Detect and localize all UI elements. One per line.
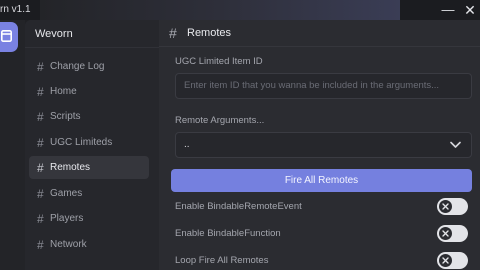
toggle-label: Enable BindableRemoteEvent [175, 201, 302, 212]
hash-icon: # [37, 59, 44, 74]
toggle-knob [439, 254, 452, 267]
window-title: rn v1.1 [0, 4, 31, 15]
hash-icon: # [37, 237, 44, 252]
sidebar-item-games[interactable]: # Games [29, 182, 149, 205]
hash-icon: # [37, 84, 44, 99]
title-bar: rn v1.1 — ✕ [0, 0, 480, 20]
toggle-row-bindable-function: Enable BindableFunction [175, 224, 472, 244]
sidebar-item-label: UGC Limiteds [50, 137, 113, 148]
sidebar-item-players[interactable]: # Players [29, 207, 149, 230]
chevron-down-icon [450, 141, 461, 148]
sidebar-divider [25, 47, 159, 48]
x-icon [442, 257, 449, 264]
toggle-label: Enable BindableFunction [175, 228, 281, 239]
sidebar-item-label: Players [50, 213, 84, 224]
left-rail [0, 20, 25, 270]
brand-name: Wevorn [35, 28, 73, 40]
sidebar: Wevorn # Change Log # Home # Scripts # U… [25, 20, 159, 270]
ugc-item-id-input[interactable]: Enter item ID that you wanna be included… [175, 73, 472, 99]
hash-icon: # [37, 211, 44, 226]
hash-icon: # [37, 135, 44, 150]
hash-icon: # [37, 109, 44, 124]
sidebar-item-scripts[interactable]: # Scripts [29, 105, 149, 128]
main-panel: Wevorn # Change Log # Home # Scripts # U… [25, 20, 480, 270]
sidebar-item-label: Network [50, 239, 87, 250]
hash-icon: # [37, 160, 44, 175]
sidebar-item-home[interactable]: # Home [29, 80, 149, 103]
toggle-label: Loop Fire All Remotes [175, 255, 269, 266]
loop-fire-all-remotes-toggle[interactable] [437, 252, 468, 269]
page-title: Remotes [187, 27, 232, 39]
sidebar-item-ugc-limiteds[interactable]: # UGC Limiteds [29, 131, 149, 154]
content-header: # Remotes [159, 20, 480, 47]
remote-arguments-select[interactable]: .. [175, 132, 472, 158]
bindable-remote-event-toggle[interactable] [437, 198, 468, 215]
sidebar-item-change-log[interactable]: # Change Log [29, 55, 149, 78]
sidebar-item-network[interactable]: # Network [29, 233, 149, 256]
x-icon [442, 230, 449, 237]
title-bar-background [40, 0, 400, 20]
close-button[interactable]: ✕ [462, 2, 478, 18]
sidebar-item-label: Scripts [50, 111, 81, 122]
x-icon [442, 203, 449, 210]
hash-icon: # [169, 25, 177, 41]
toggle-row-bindable-remote-event: Enable BindableRemoteEvent [175, 197, 472, 217]
ugc-item-id-label: UGC Limited Item ID [175, 56, 263, 67]
remote-arguments-label: Remote Arguments... [175, 115, 265, 126]
toggle-knob [439, 227, 452, 240]
sidebar-item-label: Home [50, 86, 77, 97]
toggle-knob [439, 200, 452, 213]
sidebar-item-label: Change Log [50, 61, 105, 72]
remote-arguments-value: .. [184, 139, 190, 150]
minimize-button[interactable]: — [440, 2, 456, 18]
app-window-button[interactable] [0, 22, 18, 52]
hash-icon: # [37, 186, 44, 201]
bindable-function-toggle[interactable] [437, 225, 468, 242]
fire-all-remotes-button[interactable]: Fire All Remotes [171, 169, 472, 192]
toggle-row-loop-fire-all-remotes: Loop Fire All Remotes [175, 251, 472, 270]
sidebar-item-label: Remotes [50, 162, 91, 173]
sidebar-item-remotes[interactable]: # Remotes [29, 156, 149, 179]
sidebar-item-label: Games [50, 188, 83, 199]
window-icon [1, 30, 12, 42]
